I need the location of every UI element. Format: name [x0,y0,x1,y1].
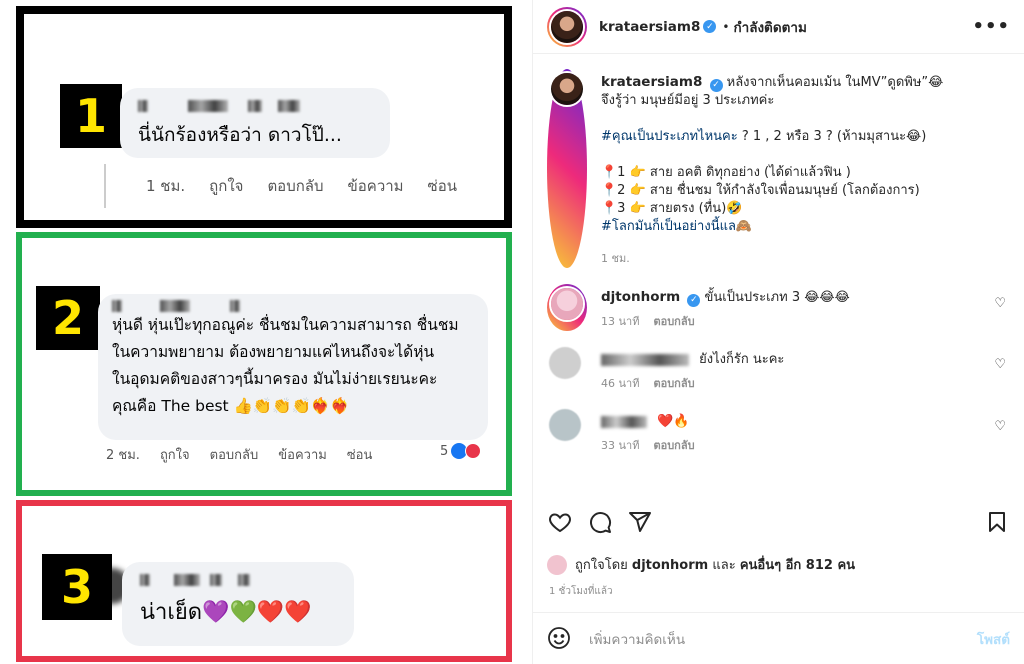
likes-summary: ถูกใจโดย djtonhorm และ คนอื่นๆ อีก 812 ค… [547,554,855,575]
comment-item: ยังไงก็รัก นะคะ 46 นาที ตอบกลับ ♡ [547,345,1010,393]
comment-line: หุ่นดี หุ่นเป๊ะทุกอณูค่ะ ชื่นชมในความสาม… [112,316,459,334]
share-icon[interactable] [627,509,653,535]
blurred-username [140,572,336,588]
hide-link: ซ่อน [427,177,457,195]
comment-line: ในความพยายาม ต้องพยายามแค่ไหนถึงจะได้หุ่… [112,343,435,361]
caption-line-1: หลังจากเห็นคอมเม้น ในMV”ดูดพิษ”😂 [726,75,944,90]
reply-button[interactable]: ตอบกลับ [653,437,694,455]
post-media[interactable]: 1 นี่นักร้องหรือว่า ดาวโป๊... 1 ชม. ถูกใ… [0,0,532,664]
comment-time: 2 ชม. [106,448,140,463]
header-username[interactable]: krataersiam8 [599,19,700,35]
comment-time[interactable]: 33 นาที [601,437,639,455]
comment-text: ยังไงก็รัก นะคะ [699,352,785,367]
hashtag-link[interactable]: #คุณเป็นประเภทไหนคะ [601,129,738,144]
reaction-count: 5 [440,443,482,459]
comment-text-2: หุ่นดี หุ่นเป๊ะทุกอณูค่ะ ชื่นชมในความสาม… [112,312,474,420]
reply-link: ตอบกลับ [209,448,259,463]
comment-time[interactable]: 46 นาที [601,375,639,393]
like-link: ถูกใจ [159,448,190,463]
avatar[interactable] [549,347,581,379]
comment-bubble-2: หุ่นดี หุ่นเป๊ะทุกอณูค่ะ ชื่นชมในความสาม… [98,294,488,440]
caption-question: ? 1 , 2 หรือ 3 ? (ห้ามมุสานะ😂) [741,129,927,144]
post-time-ago[interactable]: 1 ชั่วโมงที่แล้ว [549,584,613,599]
caption-line-2: จึงรู้ว่า มนุษย์มีอยู่ 3 ประเภทค่ะ [601,93,775,108]
caption-username[interactable]: krataersiam8 [601,74,702,90]
avatar[interactable] [549,409,581,441]
reply-button[interactable]: ตอบกลับ [653,375,694,393]
comment-line: คุณคือ The best 👍👏👏👏❤️‍🔥❤️‍🔥 [112,397,350,415]
following-button[interactable]: กำลังติดตาม [733,16,806,38]
comment-bubble-1: นี่นักร้องหรือว่า ดาวโป๊... [120,88,390,158]
more-options-icon[interactable]: ••• [972,16,1010,37]
story-ring[interactable] [547,69,587,268]
caption-time[interactable]: 1 ชม. [601,250,630,268]
post-action-bar [547,504,1010,540]
caption-item-2: 📍2 👉 สาย ชื่นชม ให้กำลังใจเพื่อนมนุษย์ (… [601,183,920,198]
liker-username[interactable]: djtonhorm [632,558,708,573]
hashtag-link[interactable]: #โลกมันก็เป็นอย่างนี้แล🙈 [601,219,752,234]
like-comment-icon[interactable]: ♡ [994,296,1006,311]
comment-line: ในอุดมคติของสาวๆนี้มาครอง มันไม่ง่ายเรยน… [112,370,438,388]
liker-avatar[interactable] [547,554,567,575]
thread-line [104,164,106,208]
verified-badge-icon: ✓ [703,20,717,33]
number-badge-1: 1 [60,84,122,148]
comment-item: ❤️🔥 33 นาที ตอบกลับ ♡ [547,407,1010,455]
likes-prefix: ถูกใจโดย [575,558,628,573]
like-comment-icon[interactable]: ♡ [994,419,1006,434]
avatar[interactable] [551,288,583,320]
comment-text: ❤️🔥 [657,414,690,429]
add-comment-bar: เพิ่มความคิดเห็น โพสต์ [533,612,1024,664]
post-sidebar: krataersiam8 ✓ • กำลังติดตาม ••• krataer… [532,0,1024,664]
comment-text-3: น่าเย็ด💜💚❤️❤️ [140,600,312,625]
blurred-username [138,98,372,114]
post-comment-button[interactable]: โพสต์ [977,628,1010,650]
heart-icon[interactable] [547,509,573,535]
comment-icon[interactable] [587,509,613,535]
comment-input[interactable]: เพิ่มความคิดเห็น [589,628,977,650]
post-header: krataersiam8 ✓ • กำลังติดตาม ••• [533,0,1024,54]
caption-item-3: 📍3 👉 สายตรง (ทื่น)🤣 [601,201,743,216]
comment-username[interactable]: djtonhorm [601,289,680,305]
comment-panel-1: 1 นี่นักร้องหรือว่า ดาวโป๊... 1 ชม. ถูกใ… [16,6,512,228]
comment-bubble-3: น่าเย็ด💜💚❤️❤️ [122,562,354,646]
likes-others-link[interactable]: คนอื่นๆ อีก 812 คน [740,558,855,573]
bookmark-icon[interactable] [984,509,1010,535]
comment-panel-2: 2 หุ่นดี หุ่นเป๊ะทุกอณูค่ะ ชื่นชมในความส… [16,232,512,496]
comment-panel-3: 3 น่าเย็ด💜💚❤️❤️ [16,500,512,662]
number-badge-2: 2 [36,286,100,350]
comment-time: 1 ชม. [146,177,186,195]
like-link: ถูกใจ [209,177,244,195]
number-badge-3: 3 [42,554,112,620]
reply-button[interactable]: ตอบกลับ [653,313,694,331]
message-link: ข้อความ [278,448,327,463]
like-comment-icon[interactable]: ♡ [994,357,1006,372]
comment-text-1: นี่นักร้องหรือว่า ดาวโป๊... [138,124,342,146]
comment-actions-2: 2 ชม. ถูกใจ ตอบกลับ ข้อความ ซ่อน [106,444,372,465]
caption-item-1: 📍1 👉 สาย อคติ ดิทุกอย่าง (ได้ด่าแล้วฟิน … [601,165,851,180]
verified-badge-icon: ✓ [709,78,723,92]
blurred-username [601,353,689,366]
avatar[interactable] [551,10,583,43]
avatar[interactable] [551,73,583,105]
story-ring[interactable] [547,6,587,47]
verified-badge-icon: ✓ [687,293,701,307]
comments-list[interactable]: krataersiam8 ✓ หลังจากเห็นคอมเม้น ในMV”ด… [533,55,1024,495]
message-link: ข้อความ [347,177,404,195]
comment-time[interactable]: 13 นาที [601,313,639,331]
reply-link: ตอบกลับ [267,177,324,195]
comment-text: ขั้นเป็นประเภท 3 😂😂😂 [704,290,850,305]
caption: krataersiam8 ✓ หลังจากเห็นคอมเม้น ในMV”ด… [547,69,1010,268]
love-reaction-icon [465,443,482,459]
story-ring[interactable] [547,284,587,331]
comment-actions-1: 1 ชม. ถูกใจ ตอบกลับ ข้อความ ซ่อน [146,174,457,198]
hide-link: ซ่อน [346,448,373,463]
likes-and: และ [712,558,736,573]
comment-item: djtonhorm ✓ ขั้นเป็นประเภท 3 😂😂😂 13 นาที… [547,284,1010,331]
separator: • [722,19,730,34]
blurred-username [601,415,647,428]
emoji-icon[interactable] [547,626,573,652]
reaction-number: 5 [440,443,449,459]
blurred-username [112,300,474,312]
